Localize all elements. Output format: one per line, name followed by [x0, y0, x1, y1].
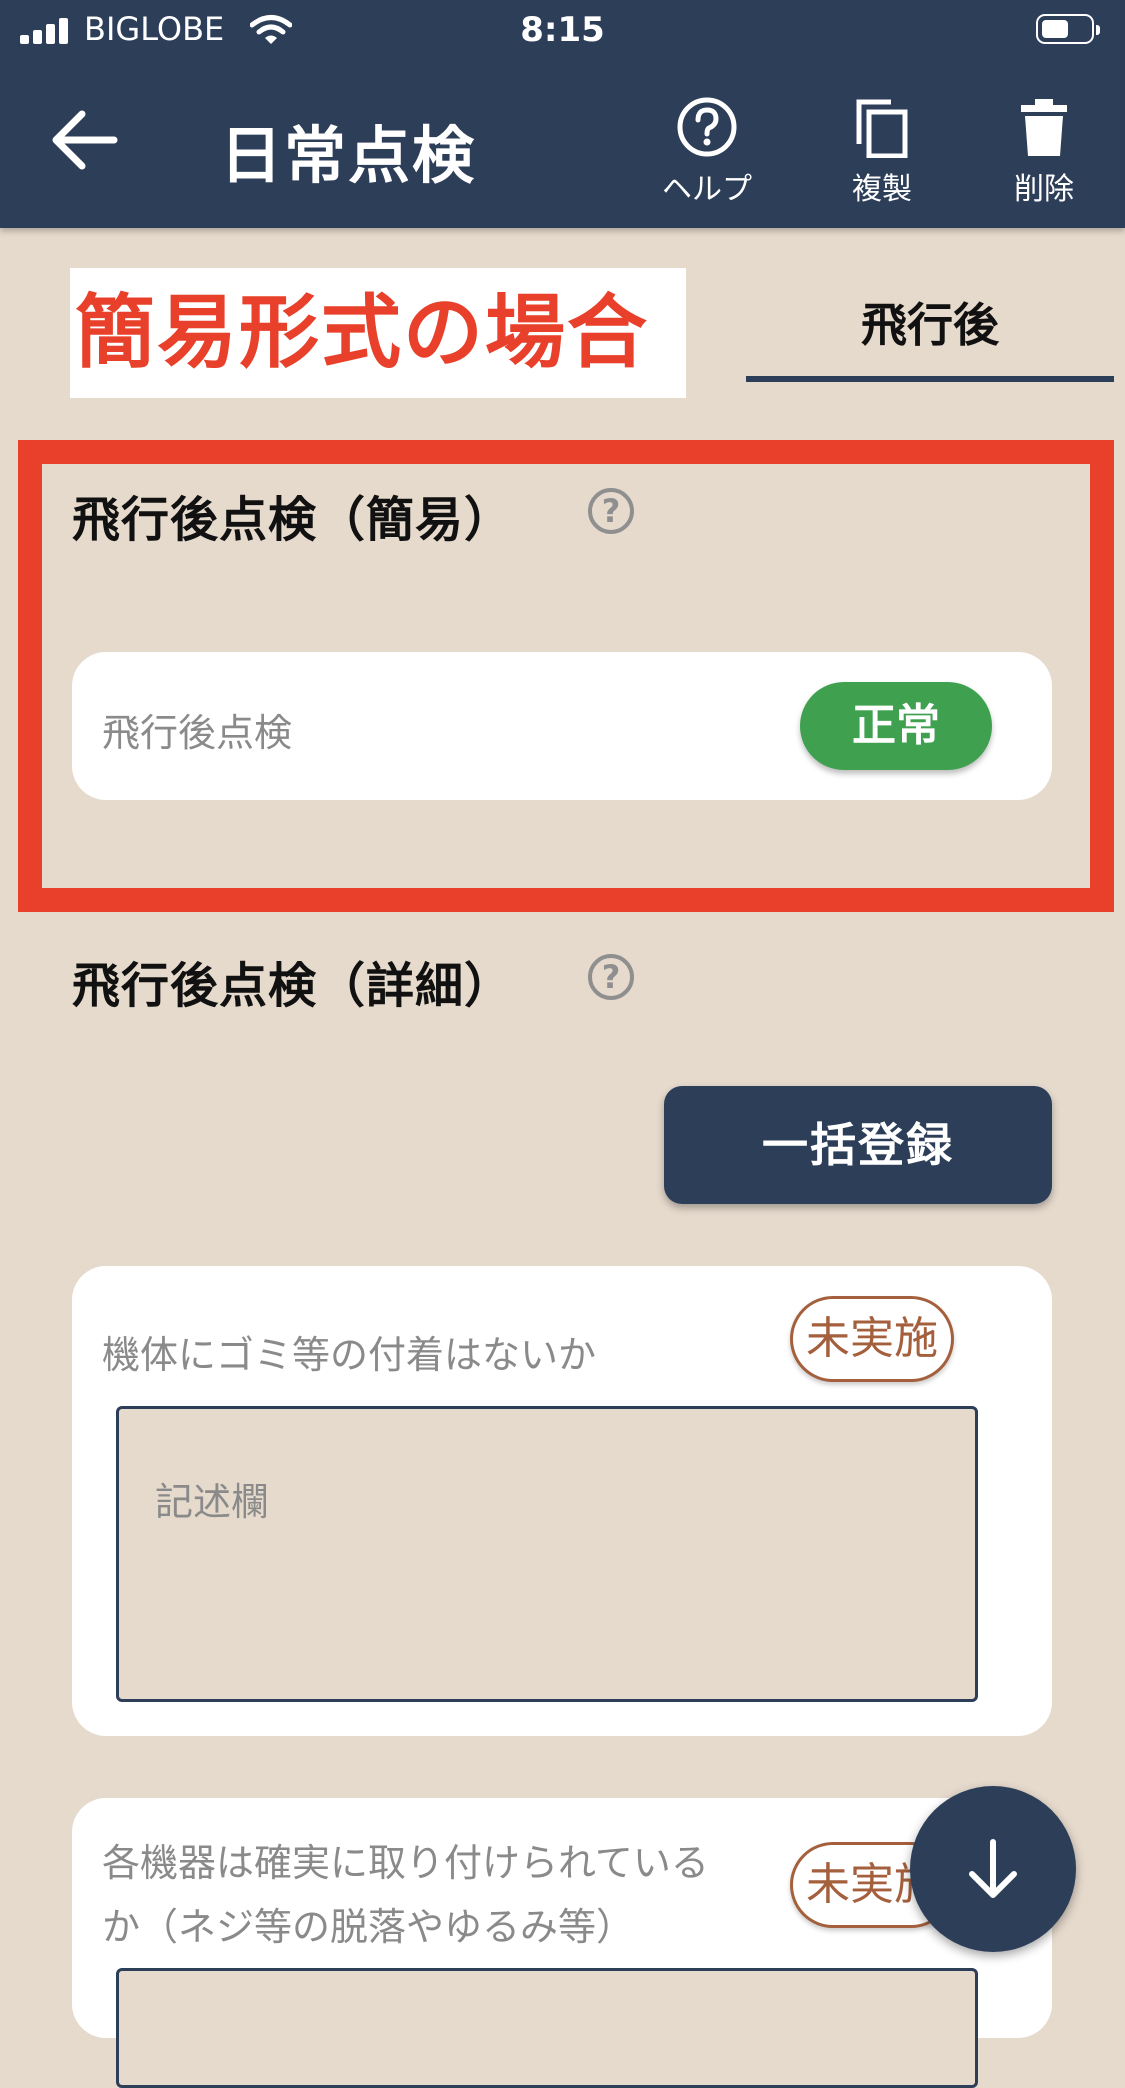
tab-active-indicator [746, 376, 1114, 382]
page-title: 日常点検 [220, 119, 477, 192]
inspection-question-line1: 各機器は確実に取り付けられている [102, 1841, 709, 1885]
inspection-item-card: 機体にゴミ等の付着はないか 未実施 記述欄 [72, 1266, 1052, 1736]
battery-icon [1036, 14, 1100, 44]
notes-placeholder: 記述欄 [155, 1480, 270, 1524]
help-button-label: ヘルプ [662, 172, 752, 207]
copy-icon [856, 99, 908, 158]
detail-section-help-icon[interactable]: ? [588, 954, 634, 1000]
help-icon [677, 97, 737, 157]
duplicate-button[interactable]: 複製 [822, 96, 942, 208]
app-header: BIGLOBE 8:15 日常点検 ヘルプ 複製 削除 [0, 0, 1125, 228]
trash-icon [1021, 99, 1067, 156]
inspection-item-card: 各機器は確実に取り付けられている か（ネジ等の脱落やゆるみ等） 未実施 [72, 1798, 1052, 2088]
simple-section-title: 飛行後点検（簡易） [72, 492, 514, 548]
detail-section-title: 飛行後点検（詳細） [72, 958, 514, 1014]
scroll-down-button[interactable] [910, 1786, 1076, 1952]
simple-inspection-card: 飛行後点検 正常 [72, 652, 1052, 800]
inspection-question-line2: か（ネジ等の脱落やゆるみ等） [102, 1905, 635, 1949]
simple-section-help-icon[interactable]: ? [588, 488, 634, 534]
status-badge-ok[interactable]: 正常 [800, 682, 992, 770]
arrow-down-icon [969, 1839, 1017, 1898]
status-time: 8:15 [520, 10, 605, 50]
delete-button-label: 削除 [1014, 172, 1074, 207]
status-badge-pending[interactable]: 未実施 [790, 1296, 954, 1382]
duplicate-button-label: 複製 [852, 172, 912, 207]
tab-after-flight[interactable]: 飛行後 [746, 270, 1114, 380]
back-arrow-icon[interactable] [48, 104, 120, 176]
notes-textarea[interactable] [116, 1968, 978, 2088]
simple-inspection-label: 飛行後点検 [102, 711, 293, 755]
bulk-register-button[interactable]: 一括登録 [664, 1086, 1052, 1204]
inspection-question: 機体にゴミ等の付着はないか [102, 1333, 597, 1377]
delete-button[interactable]: 削除 [984, 96, 1104, 208]
notes-textarea[interactable]: 記述欄 [116, 1406, 978, 1702]
help-button[interactable]: ヘルプ [647, 96, 767, 208]
status-bar: BIGLOBE 8:15 [0, 0, 1125, 60]
annotation-label: 簡易形式の場合 [70, 268, 686, 398]
